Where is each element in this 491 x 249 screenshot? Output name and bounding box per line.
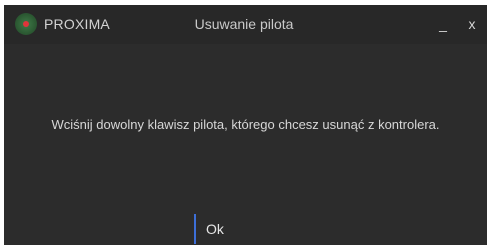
- minimize-button[interactable]: _: [429, 5, 457, 44]
- close-button[interactable]: x: [458, 5, 486, 44]
- proxima-logo-icon: [15, 13, 37, 35]
- logo-dot: [23, 21, 29, 27]
- app-name: PROXIMA: [44, 16, 110, 32]
- title-bar[interactable]: PROXIMA Usuwanie pilota _ x: [4, 5, 487, 44]
- dialog-window: PROXIMA Usuwanie pilota _ x Wciśnij dowo…: [4, 5, 487, 245]
- window-title: Usuwanie pilota: [194, 16, 294, 32]
- instruction-message: Wciśnij dowolny klawisz pilota, którego …: [51, 117, 440, 132]
- ok-button[interactable]: Ok: [194, 214, 254, 244]
